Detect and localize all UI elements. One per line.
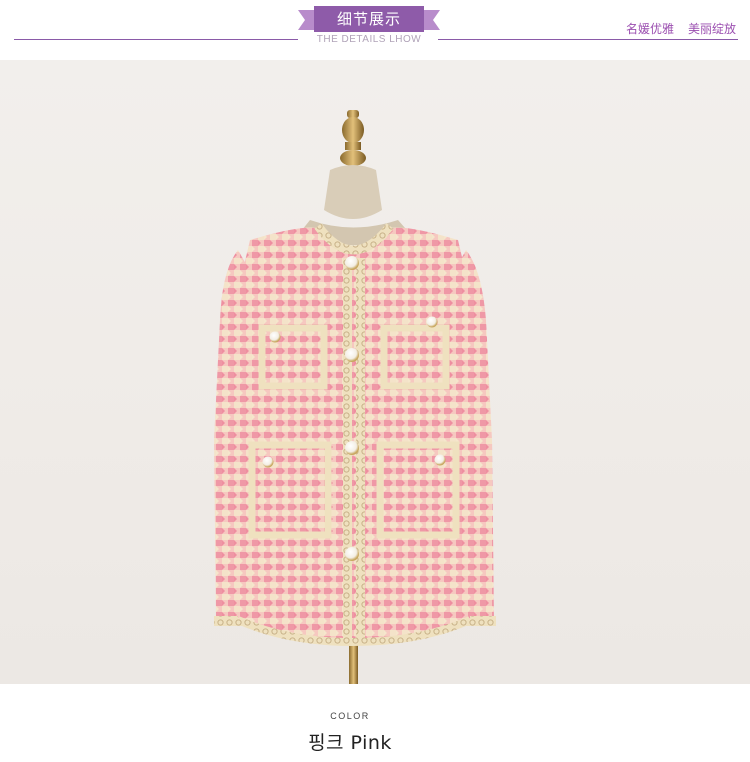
- header-slogans: 名媛优雅 美丽绽放: [626, 20, 736, 37]
- header-divider-right: [438, 39, 738, 40]
- product-detail-page: 细节展示 THE DETAILS LHOW 名媛优雅 美丽绽放 COLOR 핑크…: [0, 0, 750, 762]
- slogan-1: 名媛优雅: [625, 22, 674, 36]
- mannequin-finial: [340, 110, 366, 166]
- section-title-ribbon: 细节展示: [298, 6, 440, 32]
- section-title: 细节展示: [336, 10, 401, 28]
- jacket-on-mannequin-image: [214, 110, 496, 684]
- section-subtitle: THE DETAILS LHOW: [316, 34, 422, 45]
- header-divider-left: [14, 39, 298, 40]
- section-header: 细节展示 THE DETAILS LHOW 名媛优雅 美丽绽放: [0, 0, 750, 60]
- slogan-2: 美丽绽放: [687, 22, 736, 36]
- color-label: COLOR: [330, 711, 370, 721]
- color-value: 핑크 Pink: [308, 732, 392, 754]
- product-photo: [0, 60, 750, 684]
